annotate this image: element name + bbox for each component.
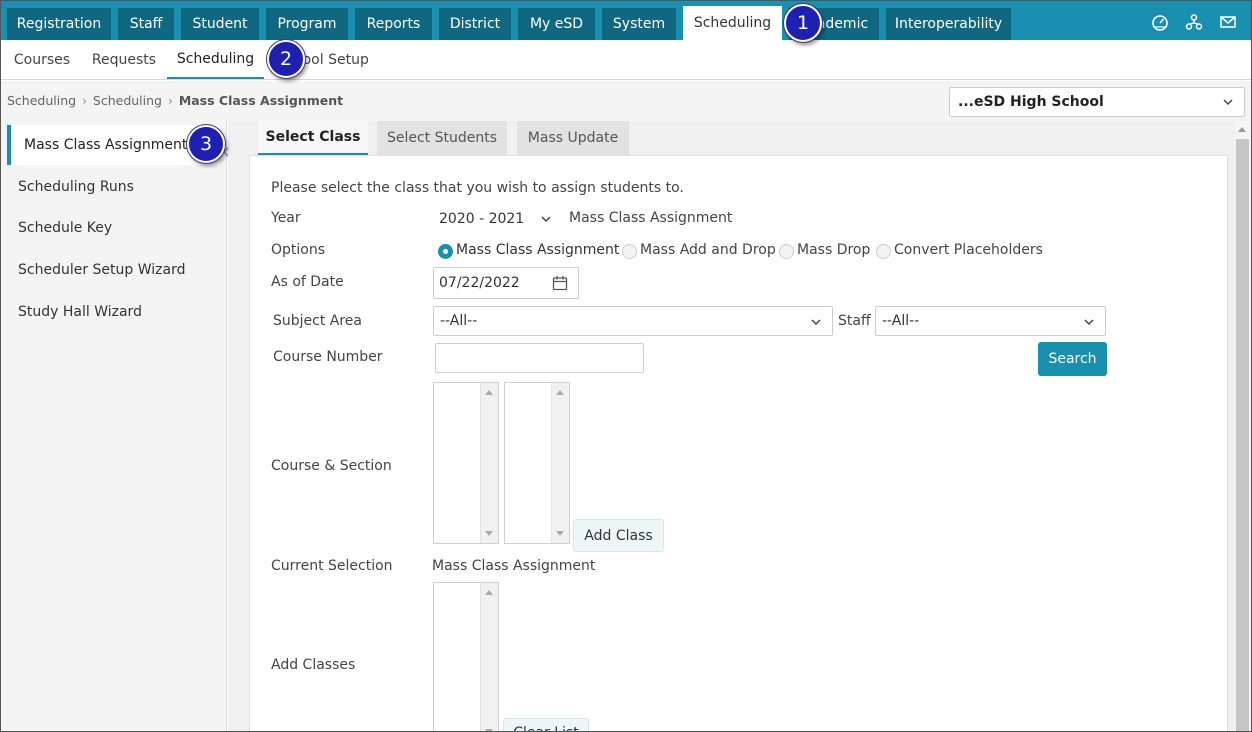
chevron-right-icon: ›	[168, 93, 173, 108]
sidebar-item-label: Scheduling Runs	[18, 179, 134, 195]
staff-select[interactable]: --All--	[875, 306, 1106, 336]
course-section-label: Course & Section	[271, 458, 392, 474]
staff-value: --All--	[882, 313, 920, 329]
callout-badge-2: 2	[267, 40, 305, 78]
tab-mass-update[interactable]: Mass Update	[517, 121, 629, 155]
staff-label: Staff	[838, 313, 871, 329]
tab-program[interactable]: Program	[266, 8, 348, 40]
school-select-value: ...eSD High School	[958, 94, 1104, 110]
current-selection-label: Current Selection	[271, 558, 393, 574]
radio-mass-class-assignment[interactable]	[438, 244, 453, 259]
course-number-input[interactable]	[435, 343, 644, 373]
radio-label-mass-add-and-drop: Mass Add and Drop	[640, 242, 776, 258]
scroll-up-icon[interactable]	[556, 390, 564, 395]
scroll-down-icon[interactable]	[556, 531, 564, 536]
subject-area-label: Subject Area	[273, 313, 363, 329]
course-number-label: Course Number	[273, 349, 383, 365]
scrollbar-thumb[interactable]	[1236, 139, 1249, 731]
sidebar-item-schedule-key[interactable]: Schedule Key	[1, 208, 227, 248]
scroll-up-icon[interactable]	[1238, 127, 1246, 132]
tab-registration[interactable]: Registration	[7, 8, 111, 40]
scroll-down-icon[interactable]	[485, 531, 493, 536]
tab-reports[interactable]: Reports	[355, 8, 432, 40]
search-button[interactable]: Search	[1038, 342, 1107, 376]
tab-my-esd[interactable]: My eSD	[518, 8, 595, 40]
subject-area-value: --All--	[440, 313, 478, 329]
chevron-right-icon: ›	[82, 93, 87, 108]
sidebar-item-label: Mass Class Assignment	[24, 137, 188, 153]
sidebar-item-study-hall-wizard[interactable]: Study Hall Wizard	[1, 292, 227, 332]
as-of-date-value: 07/22/2022	[439, 275, 520, 291]
subnav-scheduling[interactable]: Scheduling	[167, 40, 264, 79]
tab-interoperability[interactable]: Interoperability	[886, 8, 1011, 40]
instruction-text: Please select the class that you wish to…	[271, 180, 684, 196]
sidebar: Mass Class Assignment Scheduling Runs Sc…	[1, 121, 227, 731]
mail-icon[interactable]	[1219, 13, 1237, 31]
tab-district[interactable]: District	[439, 8, 511, 40]
radio-label-mass-drop: Mass Drop	[797, 242, 871, 258]
app-window: Registration Staff Student Program Repor…	[0, 0, 1252, 732]
section-listbox[interactable]	[504, 382, 570, 544]
school-select[interactable]: ...eSD High School	[949, 87, 1245, 117]
calendar-icon[interactable]	[552, 275, 568, 291]
as-of-date-input[interactable]: 07/22/2022	[433, 267, 579, 299]
tab-select-students[interactable]: Select Students	[377, 121, 507, 155]
add-classes-label: Add Classes	[271, 657, 356, 673]
breadcrumb: Scheduling › Scheduling › Mass Class Ass…	[7, 93, 343, 108]
sidebar-item-label: Scheduler Setup Wizard	[18, 262, 186, 278]
chevron-down-icon	[1084, 319, 1094, 326]
breadcrumb-scheduling-root[interactable]: Scheduling	[7, 93, 76, 108]
year-select[interactable]: 2020 - 2021	[433, 204, 562, 234]
options-label: Options	[271, 242, 326, 258]
scrollbar[interactable]	[551, 383, 569, 543]
scrollbar[interactable]	[480, 383, 498, 543]
radio-label-mass-class-assignment: Mass Class Assignment	[456, 242, 620, 258]
subnav-courses[interactable]: Courses	[7, 40, 77, 79]
radio-mass-drop[interactable]	[779, 244, 794, 259]
select-class-panel: Please select the class that you wish to…	[249, 155, 1228, 731]
year-note: Mass Class Assignment	[569, 210, 733, 226]
dashboard-icon[interactable]	[1151, 13, 1169, 31]
page-scrollbar[interactable]	[1234, 121, 1251, 731]
add-class-button[interactable]: Add Class	[573, 519, 664, 552]
subnav-requests[interactable]: Requests	[85, 40, 163, 79]
top-navigation: Registration Staff Student Program Repor…	[1, 1, 1251, 40]
tab-select-class[interactable]: Select Class	[258, 121, 368, 155]
chevron-down-icon	[811, 319, 821, 326]
sidebar-item-scheduling-runs[interactable]: Scheduling Runs	[1, 167, 227, 207]
clear-list-button[interactable]: Clear List	[503, 718, 589, 731]
callout-badge-3: 3	[187, 125, 225, 163]
course-listbox[interactable]	[433, 382, 499, 544]
tab-student[interactable]: Student	[181, 8, 259, 40]
radio-convert-placeholders[interactable]	[876, 244, 891, 259]
scroll-up-icon[interactable]	[485, 590, 493, 595]
radio-label-convert-placeholders: Convert Placeholders	[894, 242, 1043, 258]
subject-area-select[interactable]: --All--	[433, 306, 833, 336]
year-label: Year	[271, 210, 301, 226]
breadcrumb-scheduling[interactable]: Scheduling	[93, 93, 162, 108]
tab-staff[interactable]: Staff	[118, 8, 174, 40]
add-classes-listbox[interactable]	[433, 582, 499, 731]
year-select-value: 2020 - 2021	[439, 211, 525, 227]
current-selection-value: Mass Class Assignment	[432, 558, 596, 574]
scrollbar[interactable]	[480, 583, 498, 731]
chevron-down-icon	[541, 216, 551, 223]
chevron-down-icon	[1223, 99, 1233, 106]
sidebar-item-label: Study Hall Wizard	[18, 304, 142, 320]
tab-system[interactable]: System	[602, 8, 676, 40]
sub-navigation: Courses Requests Scheduling School Setup	[1, 40, 1251, 80]
scroll-up-icon[interactable]	[485, 390, 493, 395]
radio-mass-add-and-drop[interactable]	[622, 244, 637, 259]
tab-scheduling[interactable]: Scheduling	[683, 6, 782, 40]
breadcrumb-bar: Scheduling › Scheduling › Mass Class Ass…	[1, 81, 1251, 121]
org-chart-icon[interactable]	[1185, 13, 1203, 31]
breadcrumb-current: Mass Class Assignment	[178, 93, 344, 108]
as-of-date-label: As of Date	[271, 274, 344, 290]
callout-badge-1: 1	[784, 4, 822, 42]
sidebar-item-scheduler-setup-wizard[interactable]: Scheduler Setup Wizard	[1, 250, 227, 290]
sidebar-item-label: Schedule Key	[18, 220, 113, 236]
